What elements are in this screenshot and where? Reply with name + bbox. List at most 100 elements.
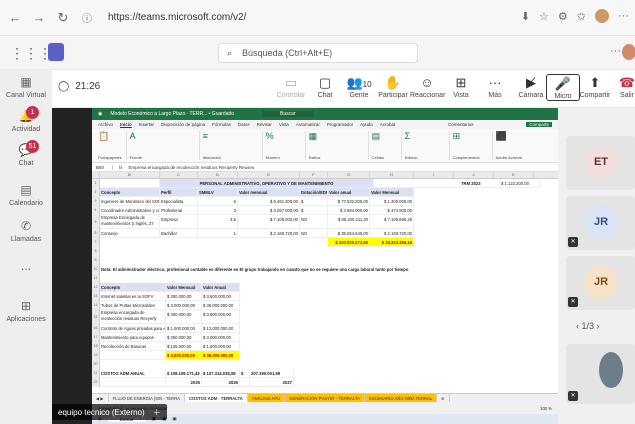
year-cell[interactable]: 2025 bbox=[166, 378, 202, 387]
participant-tile[interactable]: ET bbox=[566, 136, 635, 190]
table-row[interactable]: 14 Tubos de Puttas Microsoldes $ 3.000.0… bbox=[92, 301, 240, 310]
table-cell[interactable]: NO bbox=[300, 229, 328, 238]
zoom-level[interactable]: 100 % bbox=[540, 406, 552, 411]
table-cell[interactable]: $ 3.057.000,00 bbox=[238, 206, 300, 215]
table-row[interactable]: 5 Empresa Encargada de mantenimientos (I… bbox=[92, 215, 414, 229]
col-j[interactable]: J bbox=[454, 172, 494, 178]
table-row[interactable]: 6 Conserje Bachiller 1 $ 2.160.720,00 NO… bbox=[92, 229, 414, 238]
table-cell[interactable]: $ 3.600.000,00 bbox=[202, 292, 240, 301]
ribbon-number[interactable]: % Número bbox=[266, 131, 306, 160]
chevron-right-icon[interactable]: › bbox=[597, 321, 600, 331]
table-cell[interactable]: $ 12.000.000,00 bbox=[202, 324, 240, 333]
table-row[interactable]: 3 Ingeniero de Monitoreo del SOFV Especi… bbox=[92, 197, 414, 206]
table-cell[interactable]: $ 250.000,00 bbox=[166, 333, 202, 342]
ribbon-styles[interactable]: ▦ Estilos bbox=[309, 131, 369, 160]
react-button[interactable]: ☺ Reaccionar bbox=[410, 74, 445, 99]
table-cell[interactable]: $ 1.000.000,00 bbox=[166, 324, 202, 333]
ribbon-cells[interactable]: ▤ Celdas bbox=[372, 131, 402, 160]
col-g[interactable]: G bbox=[328, 172, 370, 178]
address-bar[interactable]: https://teams.microsoft.com/v2/ bbox=[108, 12, 246, 23]
table-cell[interactable]: $ 6.461.300,00 bbox=[238, 197, 300, 206]
table-row[interactable]: 4 Coordinador Administrativo y contable … bbox=[92, 206, 414, 215]
rail-item-actividad[interactable]: 🔔 Actividad 1 bbox=[0, 106, 52, 133]
ribbon-acrobat[interactable]: ⬛ Adobe Acrobat bbox=[496, 131, 536, 160]
table-cell[interactable]: $ 3.000.000,00 bbox=[202, 333, 240, 342]
col-i[interactable]: I bbox=[414, 172, 454, 178]
table-cell[interactable]: $ 77.532.200,00 bbox=[328, 197, 370, 206]
formula-bar[interactable]: B50 fx Empresa encargada de recolección … bbox=[92, 163, 558, 172]
table-totals-row[interactable]: 19 $ 3.000.000,00 $ 36.000.000,00 bbox=[92, 351, 240, 360]
table-cell[interactable]: $ bbox=[300, 206, 328, 215]
ribbon-alignment[interactable]: ≡ Alineación bbox=[203, 131, 263, 160]
search-input[interactable]: ⌕ Búsqueda (Ctrl+Alt+E) bbox=[218, 43, 418, 63]
chat-button[interactable]: ▢ Chat bbox=[308, 74, 342, 99]
year-cell[interactable]: 2026 bbox=[202, 378, 240, 387]
rail-item-chat[interactable]: 💬 Chat 51 bbox=[0, 140, 52, 167]
col-k[interactable]: K bbox=[494, 172, 534, 178]
table-cell[interactable]: $ 300.000,00 bbox=[166, 292, 202, 301]
browser-menu-icon[interactable]: ··· bbox=[618, 10, 629, 22]
extension-icon[interactable]: ⚙ bbox=[558, 10, 568, 23]
table-row[interactable]: 13 Internet satelital en la SOFV $ 300.0… bbox=[92, 292, 240, 301]
table-cell[interactable]: $ 3.000.000,00 bbox=[166, 301, 202, 310]
table-cell[interactable]: $ 85.200.211,40 bbox=[328, 215, 370, 229]
costos-label[interactable]: COSTOS ADM ANUAL bbox=[100, 369, 166, 378]
table-cell[interactable]: Especialista bbox=[160, 197, 198, 206]
costos-row[interactable]: 21 COSTOS ADM ANUAL $ 108.109.171,43 $ 1… bbox=[92, 369, 294, 378]
note-row[interactable]: 10 Nota: El administrador eléctrico, pro… bbox=[92, 265, 540, 274]
more-options-icon[interactable]: ··· bbox=[610, 45, 621, 57]
table-cell[interactable]: $ 2.160.720,00 bbox=[238, 229, 300, 238]
camera-button[interactable]: ▶̸ Cámara bbox=[514, 74, 548, 99]
table-cell[interactable]: 3 bbox=[198, 206, 238, 215]
table-cell[interactable]: Empresa encargada de recolección residuo… bbox=[100, 310, 166, 324]
menu-disposicion[interactable]: Disposición de página bbox=[161, 122, 205, 127]
menu-formulas[interactable]: Fórmulas bbox=[212, 122, 231, 127]
excel-search[interactable]: Buscar bbox=[262, 111, 314, 117]
controller-button[interactable]: ▭ Controlar bbox=[274, 74, 308, 99]
participant-tile[interactable]: JR ✕ bbox=[566, 196, 635, 250]
autosave-icon[interactable]: ◉ bbox=[98, 111, 102, 117]
rail-item-calendario[interactable]: ▤ Calendario bbox=[0, 182, 52, 207]
table-row[interactable]: 15 Empresa encargada de recolección resi… bbox=[92, 310, 240, 324]
ribbon-font[interactable]: A Fuente bbox=[130, 131, 200, 160]
table-totals-row[interactable]: 7 $ 220.000.271,60 $ 18.333.356,18 bbox=[92, 238, 414, 247]
spreadsheet-grid[interactable]: 1 PERSONAL ADMINISTRATIVO, OPERATIVO Y D… bbox=[92, 179, 558, 393]
people-button[interactable]: 👥10 Gente bbox=[342, 74, 376, 99]
menu-inicio[interactable]: Inicio bbox=[120, 122, 132, 127]
col-e[interactable]: E bbox=[238, 172, 300, 178]
table-cell[interactable]: NO bbox=[300, 215, 328, 229]
total-monthly[interactable]: $ 18.333.356,18 bbox=[370, 238, 414, 247]
table-cell[interactable]: $ 1.300.000,00 bbox=[370, 197, 414, 206]
menu-ayuda[interactable]: Ayuda bbox=[360, 122, 373, 127]
table-cell[interactable]: $ 35.064.640,00 bbox=[328, 229, 370, 238]
more-button[interactable]: ··· Más bbox=[478, 74, 512, 99]
table-cell[interactable]: Empresa Encargada de mantenimientos (I.I… bbox=[100, 215, 160, 229]
reload-icon[interactable]: ↻ bbox=[54, 9, 72, 27]
download-icon[interactable]: ⬇ bbox=[521, 10, 530, 23]
table-row[interactable]: 16 Contrato de Aguas privadas para el SO… bbox=[92, 324, 240, 333]
rail-item-aplicaciones[interactable]: ⊞ Aplicaciones bbox=[0, 298, 52, 323]
participant-pager[interactable]: ‹ 1/3 › bbox=[576, 321, 600, 331]
table-cell[interactable]: 1 bbox=[198, 229, 238, 238]
profile-avatar[interactable] bbox=[595, 9, 609, 23]
table-cell[interactable]: Profesional bbox=[160, 206, 198, 215]
table-cell[interactable]: $ 3.684.000,00 bbox=[328, 206, 370, 215]
table-cell[interactable]: $ 7.105.000,00 bbox=[238, 215, 300, 229]
total-annual[interactable]: $ 220.000.271,60 bbox=[328, 238, 370, 247]
table-cell[interactable]: $ 300.000,00 bbox=[166, 310, 202, 324]
table-cell[interactable]: Empresa bbox=[160, 215, 198, 229]
forward-icon[interactable]: → bbox=[30, 9, 48, 27]
participant-tile[interactable]: JR ✕ bbox=[566, 256, 635, 310]
name-box[interactable]: B50 bbox=[96, 164, 114, 170]
table-cell[interactable]: 6 bbox=[198, 197, 238, 206]
costos-value[interactable]: $ 108.109.171,43 bbox=[166, 369, 202, 378]
menu-archivo[interactable]: Archivo bbox=[98, 122, 113, 127]
table-cell[interactable]: Recolección de Basuras bbox=[100, 342, 166, 351]
table-cell[interactable]: Ingeniero de Monitoreo del SOFV bbox=[100, 197, 160, 206]
raise-hand-button[interactable]: ✋ Participar bbox=[376, 74, 410, 99]
share-button[interactable]: ⬆ Compartir bbox=[578, 74, 612, 99]
col-c[interactable]: C bbox=[160, 172, 198, 178]
comments-button[interactable]: Comentarios bbox=[448, 122, 474, 127]
table-cell[interactable]: $ bbox=[300, 197, 328, 206]
col-h[interactable]: H bbox=[370, 172, 414, 178]
